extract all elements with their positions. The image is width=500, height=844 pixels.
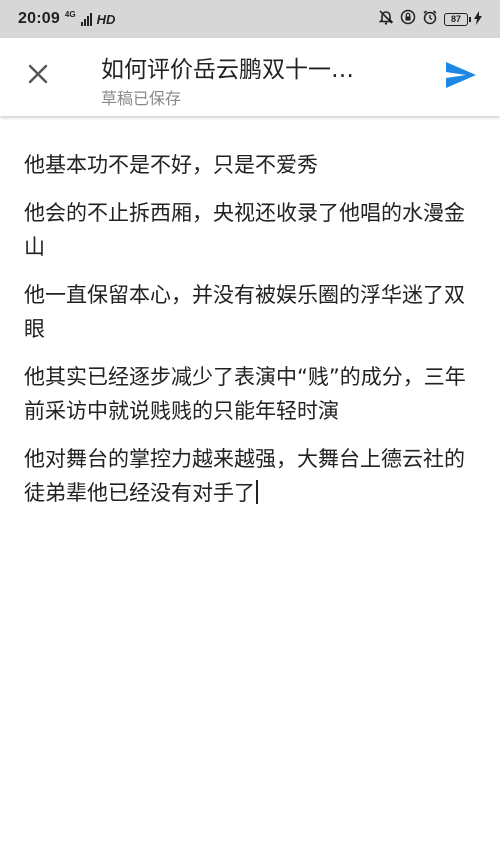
close-icon	[27, 63, 49, 89]
send-button[interactable]	[440, 58, 482, 96]
send-icon	[445, 61, 477, 93]
paragraph-5: 他对舞台的掌控力越来越强，大舞台上德云社的徒弟辈他已经没有对手了	[24, 442, 480, 510]
paragraph-5-text: 他对舞台的掌控力越来越强，大舞台上德云社的徒弟辈他已经没有对手了	[24, 447, 465, 505]
draft-status: 草稿已保存	[101, 89, 182, 108]
paragraph-1: 他基本功不是不好，只是不爱秀	[24, 153, 318, 177]
battery-icon: 87	[444, 12, 471, 26]
alarm-icon	[422, 9, 438, 30]
close-button[interactable]	[18, 56, 58, 96]
paragraph-2: 他会的不止拆西厢，央视还收录了他唱的水漫金山	[24, 201, 465, 259]
text-cursor	[256, 480, 258, 504]
charging-icon	[474, 10, 482, 28]
app-bar: 如何评价岳云鹏双十一… 草稿已保存	[0, 38, 500, 116]
network-type: 4G	[64, 9, 76, 19]
mute-icon	[378, 9, 394, 30]
hd-indicator: HD	[96, 11, 116, 27]
status-bar: 20:09 4G HD 87	[0, 0, 500, 38]
signal-icon	[80, 12, 92, 26]
paragraph-4: 他其实已经逐步减少了表演中“贱”的成分，三年前采访中就说贱贱的只能年轻时演	[24, 365, 466, 423]
status-left: 20:09 4G HD	[18, 10, 115, 28]
lock-rotation-icon	[400, 9, 416, 30]
battery-level: 87	[450, 14, 461, 24]
answer-editor[interactable]: 他基本功不是不好，只是不爱秀 他会的不止拆西厢，央视还收录了他唱的水漫金山 他一…	[24, 148, 480, 524]
draft-title: 如何评价岳云鹏双十一…	[101, 57, 354, 83]
status-time: 20:09	[18, 10, 60, 27]
paragraph-3: 他一直保留本心，并没有被娱乐圈的浮华迷了双眼	[24, 283, 465, 341]
status-right: 87	[378, 9, 482, 30]
